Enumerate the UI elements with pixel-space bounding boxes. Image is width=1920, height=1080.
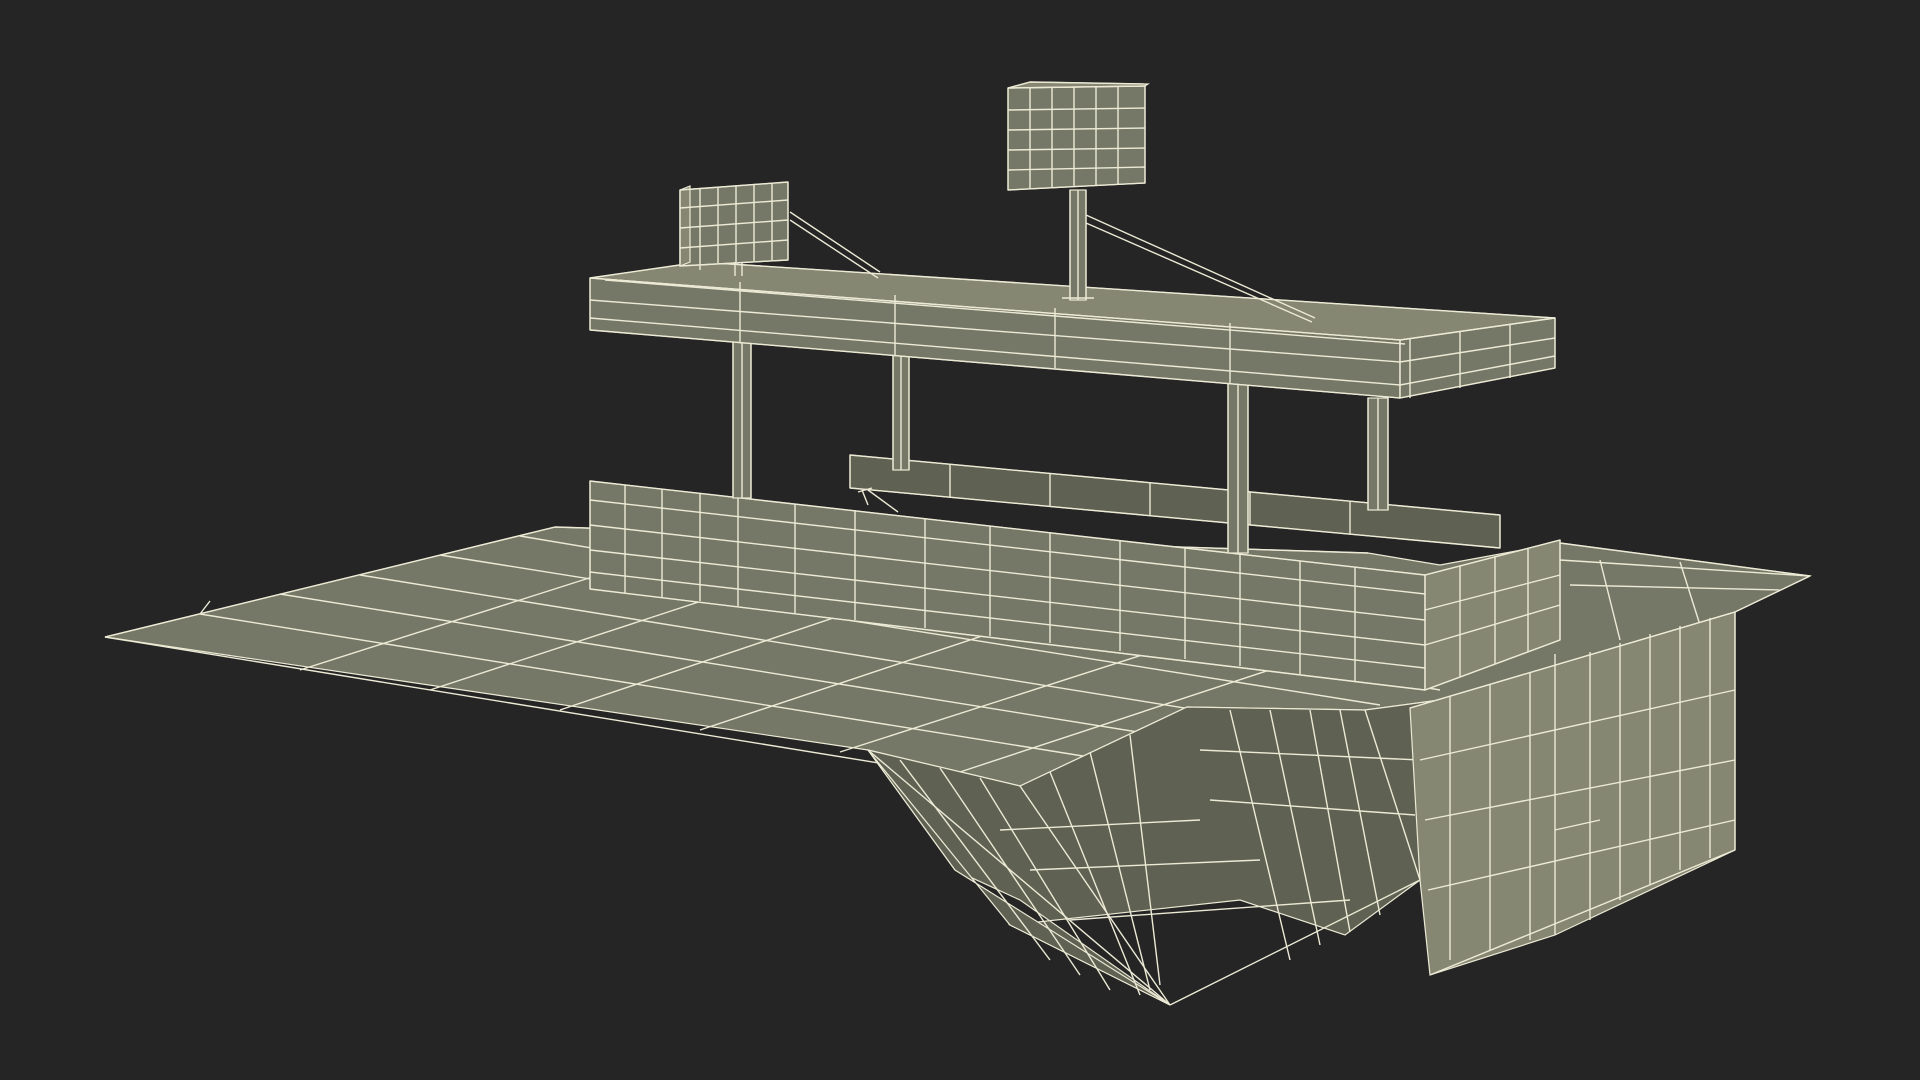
pillar-4	[1367, 397, 1389, 511]
pillar-3	[1227, 382, 1249, 554]
pillar-2	[892, 349, 910, 471]
render-viewport	[0, 0, 1920, 1080]
wireframe-scene	[0, 0, 1920, 1080]
pillar-1	[732, 332, 752, 499]
